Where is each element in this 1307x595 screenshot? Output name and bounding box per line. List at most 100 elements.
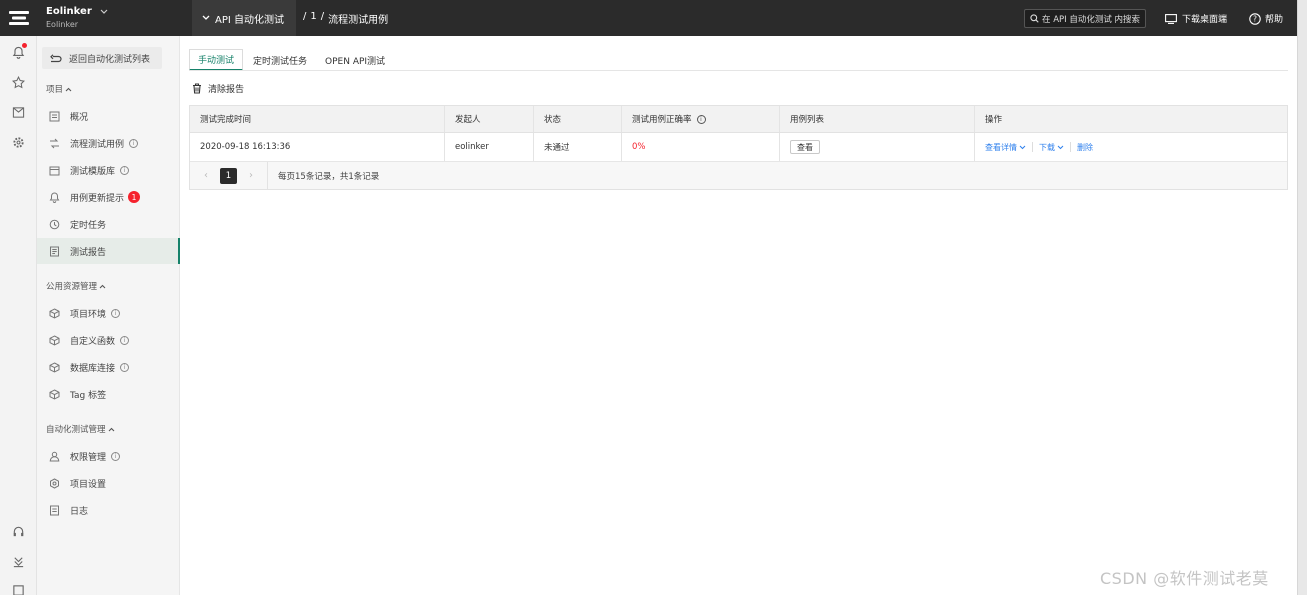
tab-bar: 手动测试 定时测试任务 OPEN API测试 <box>189 49 395 71</box>
view-details-label: 查看详情 <box>985 142 1017 152</box>
cell-case-list: 查看 <box>780 133 975 161</box>
clear-report-label: 清除报告 <box>208 85 245 95</box>
report-icon <box>49 246 60 257</box>
info-icon[interactable]: i <box>120 335 130 345</box>
info-icon[interactable]: i <box>120 165 130 175</box>
divider <box>1070 142 1071 152</box>
collapse-down-icon[interactable] <box>9 552 27 570</box>
sidebar-item-label: 权限管理 <box>70 452 107 463</box>
tab-scheduled-test[interactable]: 定时测试任务 <box>245 49 315 71</box>
app-window: Eolinker Eolinker API 自动化测试 / 1 / 流程测试用例… <box>0 0 1307 595</box>
pagination-summary: 每页15条记录，共1条记录 <box>278 171 380 182</box>
cell-accuracy: 0% <box>622 133 780 161</box>
svg-text:?: ? <box>1253 14 1257 23</box>
clear-report-button[interactable]: 清除报告 <box>192 82 244 95</box>
next-page-icon[interactable]: › <box>243 170 259 181</box>
logo-icon <box>8 11 29 25</box>
chevron-down-icon <box>1019 145 1026 149</box>
help-circle-icon: ? <box>1249 12 1261 25</box>
sidebar-item-flow-cases[interactable]: 流程测试用例 i <box>37 130 180 156</box>
download-label: 下载 <box>1039 142 1055 152</box>
cell-status: 未通过 <box>534 133 622 161</box>
sidebar-item-permissions[interactable]: 权限管理 i <box>37 443 180 469</box>
sidebar-item-custom-functions[interactable]: 自定义函数 i <box>37 327 180 353</box>
gear-icon[interactable] <box>9 133 27 151</box>
info-icon[interactable]: i <box>120 362 130 372</box>
delete-link[interactable]: 删除 <box>1077 142 1093 153</box>
chevron-down-icon <box>1057 145 1064 149</box>
sidebar-item-scheduled-tasks[interactable]: 定时任务 <box>37 211 180 237</box>
info-icon[interactable]: i <box>129 138 139 148</box>
return-arrow-icon <box>50 53 62 62</box>
tab-manual-test[interactable]: 手动测试 <box>189 49 244 71</box>
user-icon <box>49 451 60 462</box>
search-placeholder: 在 API 自动化测试 内搜索 <box>1042 14 1141 25</box>
info-icon[interactable]: i <box>696 114 706 124</box>
cube-icon <box>49 361 60 373</box>
grid-icon[interactable] <box>9 581 27 595</box>
column-header: 发起人 <box>445 106 534 132</box>
overview-icon <box>49 111 60 122</box>
breadcrumb: API 自动化测试 / 1 / 流程测试用例 <box>192 0 388 36</box>
sidebar-item-project-settings[interactable]: 项目设置 <box>37 470 180 496</box>
pagination: ‹ 1 › 每页15条记录，共1条记录 <box>190 162 1287 189</box>
info-icon[interactable]: i <box>111 308 121 318</box>
column-header: 状态 <box>534 106 622 132</box>
sidebar-item-label: Tag 标签 <box>70 390 107 401</box>
breadcrumb-module[interactable]: API 自动化测试 <box>192 0 296 36</box>
download-desktop-button[interactable]: 下载桌面端 <box>1165 12 1227 25</box>
section-project[interactable]: 项目 <box>46 83 72 95</box>
box-icon[interactable] <box>9 103 27 121</box>
workspace-switcher[interactable]: Eolinker Eolinker <box>46 6 108 29</box>
notification-bell-icon[interactable] <box>9 43 27 61</box>
sidebar-item-label: 用例更新提示 <box>70 193 125 204</box>
section-automation-management[interactable]: 自动化测试管理 <box>46 423 115 435</box>
download-link[interactable]: 下载 <box>1039 142 1064 153</box>
tab-open-api-test[interactable]: OPEN API测试 <box>317 49 393 71</box>
sidebar-item-environment[interactable]: 项目环境 i <box>37 300 180 326</box>
template-icon <box>49 165 60 176</box>
sidebar-item-test-report[interactable]: 测试报告 <box>37 238 180 264</box>
prev-page-icon[interactable]: ‹ <box>198 170 214 181</box>
sidebar-item-log[interactable]: 日志 <box>37 497 180 523</box>
page-number-current[interactable]: 1 <box>220 167 237 184</box>
notification-dot <box>22 43 27 48</box>
column-header-accuracy: 测试用例正确率 i <box>622 106 780 132</box>
sidebar-item-db-connection[interactable]: 数据库连接 i <box>37 354 180 380</box>
column-header-label: 测试用例正确率 <box>632 115 692 125</box>
view-details-link[interactable]: 查看详情 <box>985 142 1026 153</box>
help-label: 帮助 <box>1265 15 1284 25</box>
scrollbar[interactable] <box>1297 0 1307 595</box>
info-icon[interactable]: i <box>111 451 121 461</box>
help-button[interactable]: ? 帮助 <box>1249 12 1283 25</box>
back-to-list-button[interactable]: 返回自动化测试列表 <box>42 47 162 69</box>
tab-divider <box>189 70 1288 71</box>
sidebar-item-case-updates[interactable]: 用例更新提示 1 <box>37 184 180 210</box>
sidebar-item-label: 日志 <box>70 506 89 517</box>
icon-rail <box>0 0 37 595</box>
chevron-down-icon <box>100 9 108 14</box>
view-cases-button[interactable]: 查看 <box>790 140 820 154</box>
sidebar-item-label: 自定义函数 <box>70 336 116 347</box>
sidebar-item-tags[interactable]: Tag 标签 <box>37 381 180 407</box>
log-icon <box>49 505 60 516</box>
breadcrumb-page: 流程测试用例 <box>328 14 389 26</box>
sidebar-item-template-library[interactable]: 测试模版库 i <box>37 157 180 183</box>
sidebar-item-label: 项目设置 <box>70 479 107 490</box>
sidebar-item-overview[interactable]: 概况 <box>37 103 180 129</box>
section-shared-resources[interactable]: 公用资源管理 <box>46 280 106 292</box>
sidebar-item-label: 测试报告 <box>70 247 107 258</box>
search-input[interactable]: 在 API 自动化测试 内搜索 <box>1024 9 1146 28</box>
headset-icon[interactable] <box>9 522 27 540</box>
breadcrumb-separator: / <box>303 10 307 22</box>
star-icon[interactable] <box>9 73 27 91</box>
cube-icon <box>49 388 60 400</box>
section-title: 项目 <box>46 85 64 95</box>
report-table: 测试完成时间 发起人 状态 测试用例正确率 i 用例列表 操作 2020-09-… <box>189 105 1288 190</box>
breadcrumb-project[interactable]: 1 <box>310 11 316 26</box>
main-content: 手动测试 定时测试任务 OPEN API测试 清除报告 测试完成时间 发起人 状… <box>180 36 1297 595</box>
app-logo[interactable] <box>0 0 37 36</box>
column-header: 操作 <box>985 115 1003 125</box>
table-header: 测试完成时间 发起人 状态 测试用例正确率 i 用例列表 操作 <box>190 106 1287 133</box>
cube-icon <box>49 307 60 319</box>
